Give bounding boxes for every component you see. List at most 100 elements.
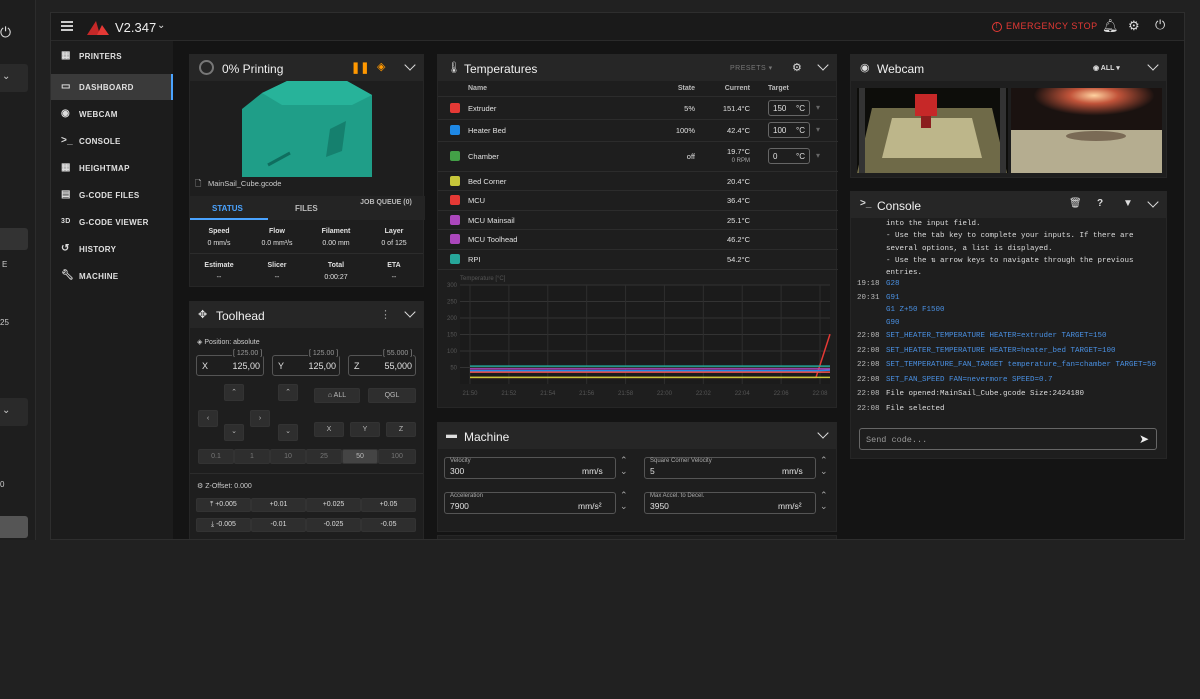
- nav-gcode-viewer[interactable]: 3D G-CODE VIEWER: [51, 209, 173, 235]
- console-command[interactable]: SET_FAN_SPEED FAN=nevermore SPEED=0.7: [886, 376, 1053, 384]
- menu-icon[interactable]: [61, 21, 73, 31]
- home-y-button[interactable]: Y: [350, 422, 380, 437]
- chevron-down-icon[interactable]: [1147, 59, 1159, 71]
- move-z-plus-button[interactable]: ⌃: [278, 384, 298, 401]
- z-offset-up-button[interactable]: +0.01: [251, 498, 306, 512]
- console-command[interactable]: SET_HEATER_TEMPERATURE HEATER=extruder T…: [886, 332, 1107, 340]
- help-icon[interactable]: ?: [1097, 198, 1103, 209]
- z-offset-down-button[interactable]: -0.05: [361, 518, 416, 532]
- accel-to-decel-label: Max Accel. to Decel.: [650, 493, 705, 499]
- z-offset-down-button[interactable]: -0.01: [251, 518, 306, 532]
- console-input[interactable]: Send code... ➤: [859, 428, 1157, 450]
- move-x-plus-button[interactable]: ›: [250, 410, 270, 427]
- webcam-feed-2: [1011, 88, 1162, 173]
- scv-stepper[interactable]: ⌃ ⌄: [820, 455, 828, 477]
- chevron-down-icon[interactable]: [817, 59, 829, 71]
- pause-icon[interactable]: ❚❚: [351, 61, 369, 74]
- filter-icon[interactable]: ▼: [1123, 198, 1133, 209]
- move-x-minus-button[interactable]: ‹: [198, 410, 218, 427]
- accel-to-decel-stepper[interactable]: ⌃ ⌄: [820, 490, 828, 512]
- console-timestamp: 22:08: [857, 390, 880, 398]
- version-label[interactable]: V2.347: [115, 20, 156, 35]
- console-command[interactable]: G91: [886, 294, 900, 302]
- console-command[interactable]: G90: [886, 319, 900, 327]
- chevron-down-icon[interactable]: [1147, 196, 1159, 208]
- sensor-name: MCU: [468, 196, 486, 205]
- x-axis-label: X: [202, 361, 209, 371]
- move-z-minus-button[interactable]: ⌄: [278, 424, 298, 441]
- step-button[interactable]: 100: [378, 449, 416, 464]
- nav-label: PRINTERS: [79, 52, 122, 61]
- console-command[interactable]: SET_HEATER_TEMPERATURE HEATER=heater_bed…: [886, 347, 1116, 355]
- thermometer-icon: [450, 214, 460, 225]
- preset-dropdown-icon[interactable]: ▾: [816, 151, 820, 160]
- home-z-button[interactable]: Z: [386, 422, 416, 437]
- step-button[interactable]: 0.1: [198, 449, 234, 464]
- move-y-minus-button[interactable]: ⌄: [224, 424, 244, 441]
- chevron-down-icon[interactable]: ⌄: [157, 20, 165, 31]
- tab-job-queue[interactable]: JOB QUEUE (0): [358, 199, 414, 207]
- step-button-selected[interactable]: 50: [342, 449, 378, 464]
- qgl-button[interactable]: QGL: [368, 388, 416, 403]
- console-command[interactable]: G1 Z+50 F1500: [886, 306, 945, 314]
- more-vert-icon[interactable]: ⋮: [380, 308, 391, 321]
- preset-dropdown-icon[interactable]: ▾: [816, 103, 820, 112]
- console-command[interactable]: SET_TEMPERATURE_FAN_TARGET temperature_f…: [886, 361, 1156, 369]
- trash-icon[interactable]: 🗑︎: [1069, 198, 1082, 209]
- power-icon[interactable]: ⏻: [1155, 17, 1165, 33]
- sensor-name: Chamber: [468, 152, 499, 161]
- bell-icon[interactable]: 🔔︎: [1102, 18, 1119, 34]
- sensor-name: Heater Bed: [468, 126, 506, 135]
- settings-icon[interactable]: ⚙: [792, 61, 802, 74]
- move-y-plus-button[interactable]: ⌃: [224, 384, 244, 401]
- nav-history[interactable]: ↺ HISTORY: [51, 236, 173, 262]
- home-x-button[interactable]: X: [314, 422, 344, 437]
- step-button[interactable]: 1: [234, 449, 270, 464]
- webcam-title: Webcam: [877, 62, 925, 76]
- z-offset-down-button[interactable]: ⤓ -0.005: [196, 518, 251, 532]
- x-position-value: 125,00: [232, 361, 260, 371]
- velocity-stepper[interactable]: ⌃ ⌄: [620, 455, 628, 477]
- chevron-down-icon[interactable]: [404, 59, 416, 71]
- acceleration-stepper[interactable]: ⌃ ⌄: [620, 490, 628, 512]
- z-offset-up-button[interactable]: +0.025: [306, 498, 361, 512]
- chevron-down-icon[interactable]: [817, 427, 829, 439]
- exclude-object-icon[interactable]: ◈: [377, 60, 385, 73]
- temperature-chart: 300 250 200 150 100 50 21:50 21:52 21:54 21:56 21:…: [447, 283, 831, 397]
- z-offset-step: -0.005: [216, 521, 236, 528]
- toolhead-title: Toolhead: [216, 309, 265, 323]
- z-offset-down-group: ⤓ -0.005 -0.01 -0.025 -0.05: [196, 518, 416, 532]
- nav-console[interactable]: >_ CONSOLE: [51, 128, 173, 154]
- temperatures-header: 🌡︎ Temperatures PRESETS ▾ ⚙: [438, 55, 836, 81]
- column-header-name: Name: [468, 85, 488, 92]
- presets-button[interactable]: PRESETS ▾: [730, 64, 773, 72]
- nav-heightmap[interactable]: ▦ HEIGHTMAP: [51, 155, 173, 181]
- home-all-button[interactable]: ⌂ ALL: [314, 388, 360, 403]
- z-offset-up-button[interactable]: ⤒ +0.005: [196, 498, 251, 512]
- temperature-row: Extruder 5% 151.4°C 150 °C ▾: [438, 97, 838, 120]
- console-command[interactable]: G28: [886, 280, 900, 288]
- step-button[interactable]: 25: [306, 449, 342, 464]
- emergency-stop-button[interactable]: ! EMERGENCY STOP: [992, 21, 1098, 32]
- chevron-down-icon[interactable]: [404, 306, 416, 318]
- z-offset-down-button[interactable]: -0.025: [306, 518, 361, 532]
- tab-indicator: [190, 218, 268, 220]
- webcam-filter-button[interactable]: ◉ ALL ▾: [1093, 64, 1120, 72]
- send-icon[interactable]: ➤: [1139, 432, 1149, 446]
- tab-status[interactable]: STATUS: [212, 204, 243, 213]
- nav-gcode-files[interactable]: ▤ G-CODE FILES: [51, 182, 173, 208]
- nav-printers[interactable]: ▦ PRINTERS: [51, 43, 173, 69]
- current-temp: 42.4°C: [726, 126, 750, 135]
- x-tick-label: 22:02: [696, 391, 712, 397]
- settings-icon[interactable]: ⚙: [1128, 18, 1140, 34]
- z-offset-up-button[interactable]: +0.05: [361, 498, 416, 512]
- nav-webcam[interactable]: ◉ WEBCAM: [51, 101, 173, 127]
- nav-dashboard[interactable]: ▭ DASHBOARD: [51, 74, 173, 100]
- webcam-icon: ◉: [1093, 65, 1100, 72]
- ghost-text: 25: [0, 318, 9, 327]
- step-button[interactable]: 10: [270, 449, 306, 464]
- preset-dropdown-icon[interactable]: ▾: [816, 125, 820, 134]
- current-temp: 36.4°C: [726, 196, 750, 205]
- tab-files[interactable]: FILES: [295, 204, 318, 213]
- nav-machine[interactable]: 🔧︎ MACHINE: [51, 263, 173, 289]
